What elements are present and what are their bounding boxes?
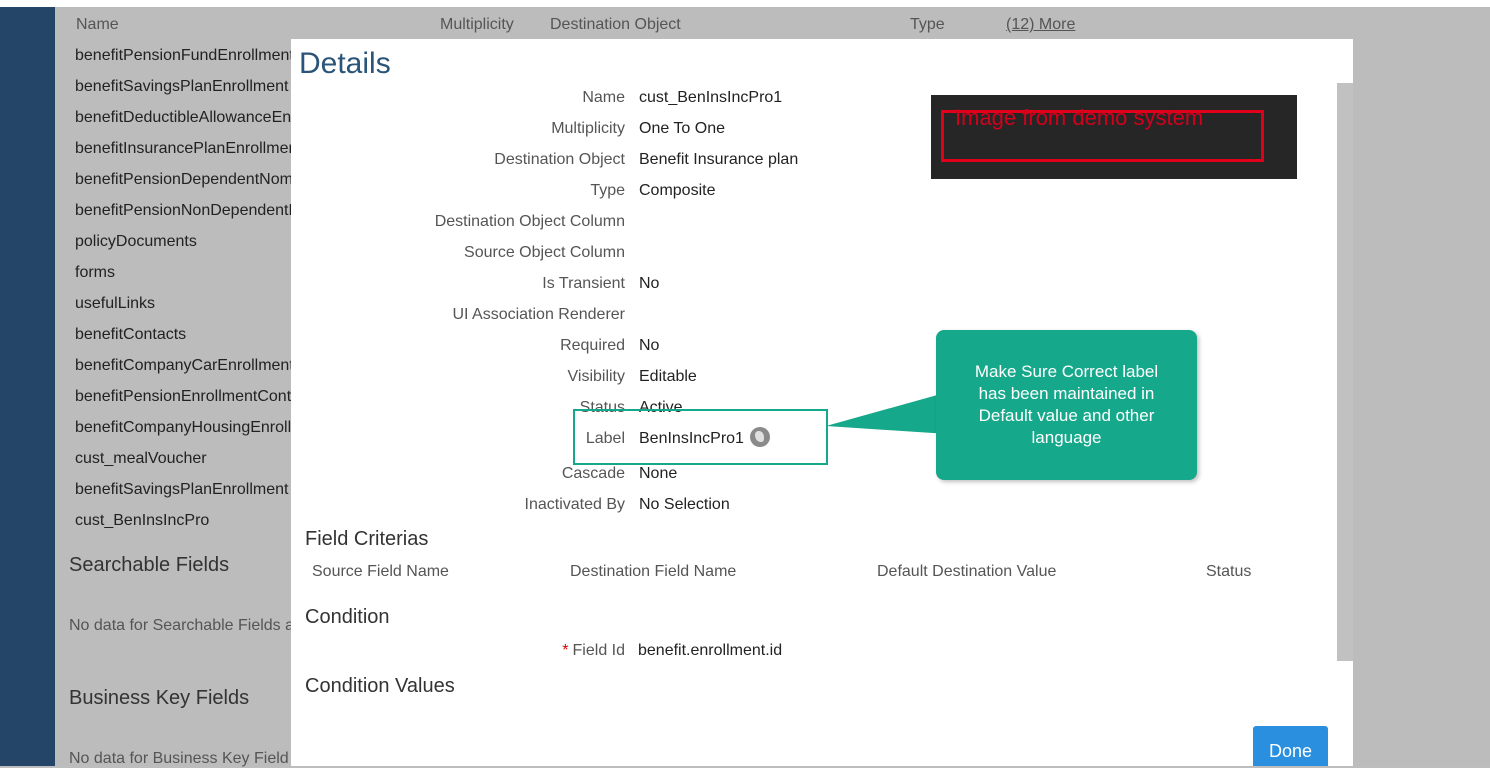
field-value: No bbox=[639, 275, 660, 292]
list-item[interactable]: benefitPensionNonDependentNomination bbox=[75, 199, 291, 230]
condition-values-title: Condition Values bbox=[305, 675, 455, 697]
bg-header-name: Name bbox=[76, 16, 119, 33]
searchable-fields-title: Searchable Fields bbox=[69, 554, 230, 576]
bg-header-multiplicity: Multiplicity bbox=[440, 16, 514, 33]
field-value: Composite bbox=[639, 182, 716, 199]
field-label: Inactivated By bbox=[524, 496, 626, 513]
bg-header-more-link[interactable]: (12) More bbox=[1006, 16, 1075, 34]
field-id-label: Field Id bbox=[572, 642, 625, 659]
field-label: Is Transient bbox=[542, 275, 625, 292]
callout-arrow-shape bbox=[826, 392, 948, 434]
criteria-header-status: Status bbox=[1206, 563, 1252, 580]
dialog-scrollbar[interactable] bbox=[1337, 83, 1353, 661]
field-label: Name bbox=[582, 89, 625, 106]
demo-system-banner: Image from demo system bbox=[931, 95, 1297, 179]
field-value: Benefit Insurance plan bbox=[639, 151, 799, 168]
field-label: Type bbox=[590, 182, 625, 199]
top-bar bbox=[0, 0, 1490, 7]
field-value: cust_BenInsIncPro1 bbox=[639, 89, 783, 106]
label-highlight-box bbox=[573, 409, 828, 465]
list-item[interactable]: usefulLinks bbox=[75, 292, 291, 323]
list-item[interactable]: benefitInsurancePlanEnrollment bbox=[75, 137, 291, 168]
list-item[interactable]: benefitPensionFundEnrollment bbox=[75, 44, 291, 75]
bg-association-list: benefitPensionFundEnrollment benefitSavi… bbox=[75, 44, 291, 540]
list-item[interactable]: benefitContacts bbox=[75, 323, 291, 354]
list-item[interactable]: cust_BenInsIncPro bbox=[75, 509, 291, 540]
field-value: One To One bbox=[639, 120, 725, 137]
field-label: * Field Id bbox=[292, 639, 625, 663]
left-navigation-strip bbox=[0, 7, 55, 766]
list-item[interactable]: policyDocuments bbox=[75, 230, 291, 261]
field-label: Destination Object Column bbox=[434, 213, 625, 230]
list-item[interactable]: benefitCompanyHousingEnrollment bbox=[75, 416, 291, 447]
criteria-header-destination-field: Destination Field Name bbox=[570, 563, 737, 580]
callout-text: Make Sure Correct label has been maintai… bbox=[974, 362, 1159, 447]
field-label: Destination Object bbox=[494, 151, 625, 168]
list-item[interactable]: benefitDeductibleAllowanceEnrollment bbox=[75, 106, 291, 137]
bg-header-destination-object: Destination Object bbox=[550, 16, 681, 33]
business-key-fields-nodata: No data for Business Key Field bbox=[69, 750, 289, 767]
field-label: Multiplicity bbox=[551, 120, 625, 137]
bg-header-type: Type bbox=[910, 16, 945, 33]
list-item[interactable]: benefitCompanyCarEnrollment bbox=[75, 354, 291, 385]
field-value: Editable bbox=[639, 368, 697, 385]
criteria-header-default-destination-value: Default Destination Value bbox=[877, 563, 1057, 580]
callout-arrow bbox=[826, 392, 948, 434]
annotation-callout: Make Sure Correct label has been maintai… bbox=[936, 330, 1197, 480]
field-criterias-title: Field Criterias bbox=[305, 528, 429, 550]
condition-title: Condition bbox=[305, 606, 390, 628]
list-item[interactable]: benefitSavingsPlanEnrollment bbox=[75, 478, 291, 509]
field-value: None bbox=[639, 465, 678, 482]
demo-banner-text: Image from demo system bbox=[955, 105, 1204, 130]
field-value: No Selection bbox=[639, 496, 730, 513]
required-marker: * bbox=[562, 642, 569, 659]
field-label: Visibility bbox=[567, 368, 626, 385]
field-label: UI Association Renderer bbox=[452, 306, 625, 323]
business-key-fields-title: Business Key Fields bbox=[69, 687, 250, 709]
dialog-title: Details bbox=[299, 47, 391, 80]
field-label: Source Object Column bbox=[464, 244, 625, 261]
searchable-fields-nodata: No data for Searchable Fields a bbox=[69, 617, 291, 634]
field-label: Cascade bbox=[561, 465, 625, 482]
list-item[interactable]: benefitPensionEnrollmentContribution bbox=[75, 385, 291, 416]
field-id-value: benefit.enrollment.id bbox=[638, 642, 783, 659]
field-label: Required bbox=[560, 337, 625, 354]
list-item[interactable]: benefitPensionDependentNomination bbox=[75, 168, 291, 199]
list-item[interactable]: forms bbox=[75, 261, 291, 292]
criteria-header-source-field: Source Field Name bbox=[312, 563, 449, 580]
list-item[interactable]: cust_mealVoucher bbox=[75, 447, 291, 478]
list-item[interactable]: benefitSavingsPlanEnrollment bbox=[75, 75, 291, 106]
done-button[interactable]: Done bbox=[1253, 726, 1328, 766]
field-value: No bbox=[639, 337, 660, 354]
